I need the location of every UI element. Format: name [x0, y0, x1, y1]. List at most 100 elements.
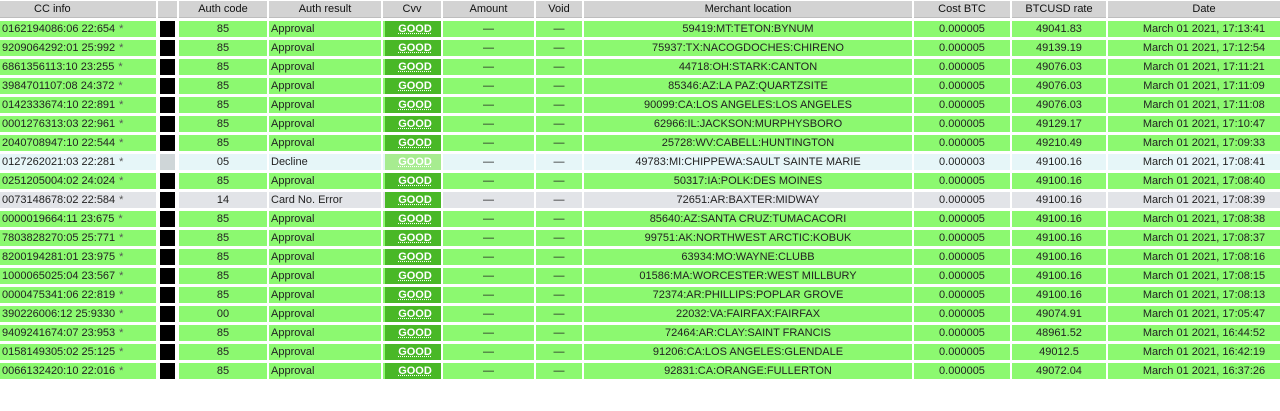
star-marker[interactable]: * — [119, 289, 123, 301]
cc-info-text: 0066132420:10 22:016 — [2, 365, 116, 377]
cc-info-cell[interactable]: 1000065025:04 23:567 * — [0, 268, 156, 284]
cc-info-cell[interactable]: 2040708947:10 22:544 * — [0, 135, 156, 151]
star-marker[interactable]: * — [119, 99, 123, 111]
cc-info-cell[interactable]: 0158149305:02 25:125 * — [0, 344, 156, 360]
merchant-location-cell: 72374:AR:PHILLIPS:POPLAR GROVE — [584, 287, 912, 303]
cvv-badge[interactable]: GOOD — [385, 249, 441, 265]
table-row[interactable]: 0127262021:03 22:281 * 05 Decline GOOD — —4978… — [0, 154, 1280, 170]
cc-info-cell[interactable]: 3984701107:08 24:372 * — [0, 78, 156, 94]
cc-info-text: 0158149305:02 25:125 — [2, 346, 116, 358]
btcusd-rate-cell: 49100.16 — [1012, 154, 1106, 170]
cc-info-cell[interactable]: 6861356113:10 23:255 * — [0, 59, 156, 75]
star-marker[interactable]: * — [119, 346, 123, 358]
cc-info-cell[interactable]: 9409241674:07 23:953 * — [0, 325, 156, 341]
cvv-badge[interactable]: GOOD — [385, 40, 441, 56]
star-marker[interactable]: * — [119, 23, 123, 35]
cvv-badge[interactable]: GOOD — [385, 116, 441, 132]
col-header-cost-btc[interactable]: Cost BTC — [914, 1, 1010, 18]
cvv-badge[interactable]: GOOD — [385, 287, 441, 303]
star-marker[interactable]: * — [119, 118, 123, 130]
merchant-location-cell: 99751:AK:NORTHWEST ARCTIC:KOBUK — [584, 230, 912, 246]
col-header-amount[interactable]: Amount — [443, 1, 534, 18]
table-row[interactable]: 8200194281:01 23:975 * 85 Approval GOOD — —639… — [0, 249, 1280, 265]
cvv-badge[interactable]: GOOD — [385, 363, 441, 379]
cvv-badge[interactable]: GOOD — [385, 268, 441, 284]
cvv-badge[interactable]: GOOD — [385, 344, 441, 360]
cc-info-cell[interactable]: 0127262021:03 22:281 * — [0, 154, 156, 170]
cc-info-cell[interactable]: 0142333674:10 22:891 * — [0, 97, 156, 113]
table-row[interactable]: 0001276313:03 22:961 * 85 Approval GOOD — —629… — [0, 116, 1280, 132]
cvv-badge[interactable]: GOOD — [385, 78, 441, 94]
star-marker[interactable]: * — [119, 156, 123, 168]
table-row[interactable]: 1000065025:04 23:567 * 85 Approval GOOD — —015… — [0, 268, 1280, 284]
col-header-cc-info[interactable]: CC info — [0, 1, 156, 18]
cc-info-cell[interactable]: 390226006:12 25:9330 * — [0, 306, 156, 322]
cvv-badge[interactable]: GOOD — [385, 59, 441, 75]
cvv-badge[interactable]: GOOD — [385, 135, 441, 151]
table-row[interactable]: 3984701107:08 24:372 * 85 Approval GOOD — —853… — [0, 78, 1280, 94]
table-row[interactable]: 0073148678:02 22:584 * 14 Card No. Error GOO… — [0, 192, 1280, 208]
cvv-badge[interactable]: GOOD — [385, 154, 441, 170]
star-marker[interactable]: * — [119, 327, 123, 339]
table-row[interactable]: 0066132420:10 22:016 * 85 Approval GOOD — —928… — [0, 363, 1280, 379]
table-row[interactable]: 0000019664:11 23:675 * 85 Approval GOOD — —856… — [0, 211, 1280, 227]
cvv-cell: GOOD — [383, 268, 441, 284]
star-marker[interactable]: * — [119, 175, 123, 187]
cc-info-text: 0001276313:03 22:961 — [2, 118, 116, 130]
cvv-badge[interactable]: GOOD — [385, 306, 441, 322]
table-row[interactable]: 0158149305:02 25:125 * 85 Approval GOOD — —912… — [0, 344, 1280, 360]
table-row[interactable]: 0000475341:06 22:819 * 85 Approval GOOD — —723… — [0, 287, 1280, 303]
cc-info-cell[interactable]: 0001276313:03 22:961 * — [0, 116, 156, 132]
cc-info-cell[interactable]: 8200194281:01 23:975 * — [0, 249, 156, 265]
cvv-badge[interactable]: GOOD — [385, 21, 441, 37]
star-marker[interactable]: * — [119, 251, 123, 263]
cvv-badge[interactable]: GOOD — [385, 97, 441, 113]
cvv-badge[interactable]: GOOD — [385, 325, 441, 341]
merchant-location-cell: 63934:MO:WAYNE:CLUBB — [584, 249, 912, 265]
star-marker[interactable]: * — [118, 213, 122, 225]
auth-code-cell: 85 — [179, 21, 267, 37]
cc-info-cell[interactable]: 0251205004:02 24:024 * — [0, 173, 156, 189]
cc-info-text: 9209064292:01 25:992 — [2, 42, 116, 54]
col-header-cvv[interactable]: Cvv — [383, 1, 441, 18]
cc-info-text: 0142333674:10 22:891 — [2, 99, 116, 111]
col-header-merchant-location[interactable]: Merchant location — [584, 1, 912, 18]
col-header-date[interactable]: Date — [1108, 1, 1280, 18]
star-marker[interactable]: * — [119, 137, 123, 149]
cvv-badge[interactable]: GOOD — [385, 230, 441, 246]
table-row[interactable]: 0162194086:06 22:654 * 85 Approval GOOD — —594… — [0, 21, 1280, 37]
cc-info-cell[interactable]: 7803828270:05 25:771 * — [0, 230, 156, 246]
table-row[interactable]: 9409241674:07 23:953 * 85 Approval GOOD — —724… — [0, 325, 1280, 341]
cc-info-cell[interactable]: 9209064292:01 25:992 * — [0, 40, 156, 56]
table-row[interactable]: 9209064292:01 25:992 * 85 Approval GOOD — —759… — [0, 40, 1280, 56]
table-row[interactable]: 2040708947:10 22:544 * 85 Approval GOOD — —257… — [0, 135, 1280, 151]
date-cell: March 01 2021, 16:44:52 — [1108, 325, 1280, 341]
star-marker[interactable]: * — [119, 42, 123, 54]
col-header-auth-code[interactable]: Auth code — [179, 1, 267, 18]
col-header-void[interactable]: Void — [536, 1, 582, 18]
star-marker[interactable]: * — [119, 270, 123, 282]
table-row[interactable]: 0142333674:10 22:891 * 85 Approval GOOD — —900… — [0, 97, 1280, 113]
table-row[interactable]: 6861356113:10 23:255 * 85 Approval GOOD — —447… — [0, 59, 1280, 75]
star-marker[interactable]: * — [119, 232, 123, 244]
star-marker[interactable]: * — [119, 194, 123, 206]
cvv-badge[interactable]: GOOD — [385, 211, 441, 227]
cc-info-cell[interactable]: 0000019664:11 23:675 * — [0, 211, 156, 227]
star-marker[interactable]: * — [118, 61, 122, 73]
table-row[interactable]: 0251205004:02 24:024 * 85 Approval GOOD — —503… — [0, 173, 1280, 189]
cc-info-cell[interactable]: 0073148678:02 22:584 * — [0, 192, 156, 208]
table-row[interactable]: 7803828270:05 25:771 * 85 Approval GOOD — —997… — [0, 230, 1280, 246]
cvv-badge[interactable]: GOOD — [385, 192, 441, 208]
star-marker[interactable]: * — [119, 365, 123, 377]
cvv-cell: GOOD — [383, 306, 441, 322]
cvv-badge[interactable]: GOOD — [385, 173, 441, 189]
cc-info-cell[interactable]: 0000475341:06 22:819 * — [0, 287, 156, 303]
status-marker-cell — [158, 154, 177, 170]
col-header-auth-result[interactable]: Auth result — [269, 1, 381, 18]
star-marker[interactable]: * — [119, 308, 123, 320]
table-row[interactable]: 390226006:12 25:9330 * 00 Approval GOOD — —220… — [0, 306, 1280, 322]
cc-info-cell[interactable]: 0162194086:06 22:654 * — [0, 21, 156, 37]
star-marker[interactable]: * — [118, 80, 122, 92]
cc-info-cell[interactable]: 0066132420:10 22:016 * — [0, 363, 156, 379]
col-header-btcusd-rate[interactable]: BTCUSD rate — [1012, 1, 1106, 18]
